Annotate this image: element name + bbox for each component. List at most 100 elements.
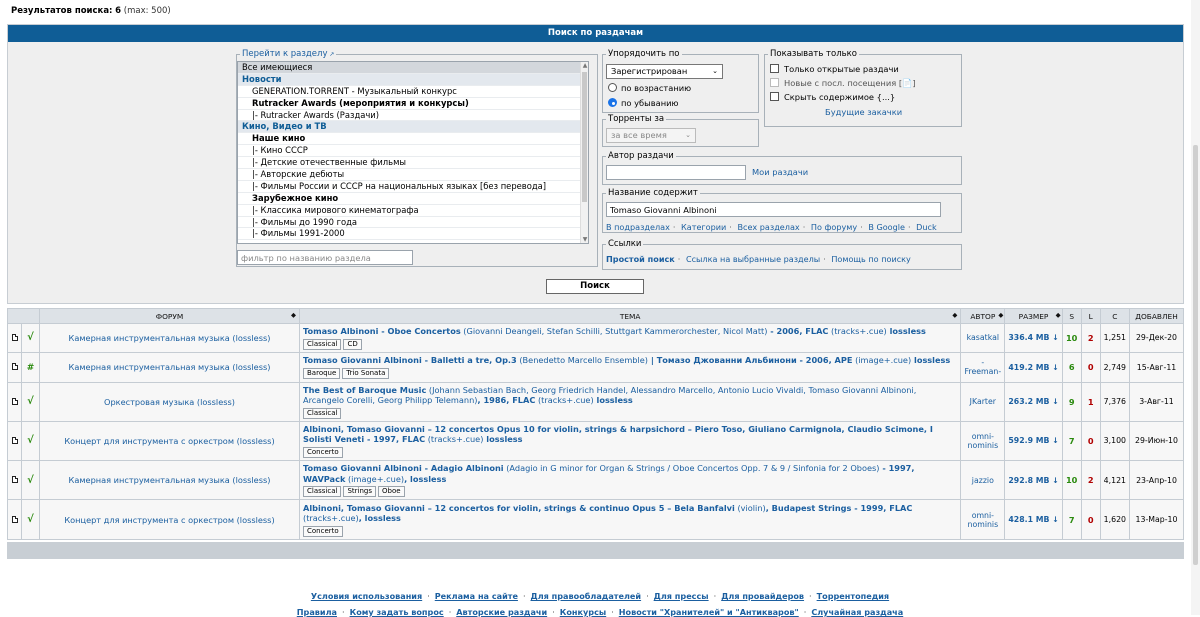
open-only-checkbox[interactable]: Только открытые раздачи — [770, 64, 899, 75]
scope-forum-link[interactable]: По форуму — [811, 222, 857, 232]
title-input[interactable]: Tomaso Giovanni Albinoni — [606, 202, 941, 217]
my-releases-link[interactable]: Мои раздачи — [752, 167, 808, 177]
footer-link[interactable]: Новости "Хранителей" и "Антикваров" — [619, 607, 799, 617]
forum-option[interactable]: Новости — [238, 73, 588, 86]
forum-filter-input[interactable]: фильтр по названию раздела — [237, 250, 413, 265]
tag[interactable]: Classical — [303, 338, 342, 350]
topic-link[interactable]: Tomaso Giovanni Albinoni - Balletti a tr… — [303, 355, 950, 365]
footer-link[interactable]: Реклама на сайте — [435, 591, 518, 601]
header-forum[interactable]: ФОРУМ ◆ — [39, 308, 300, 324]
topic-link[interactable]: Albinoni, Tomaso Giovanni – 12 concertos… — [303, 503, 912, 524]
scroll-down-icon[interactable]: ▼ — [581, 236, 588, 243]
header-leechers[interactable]: L — [1080, 308, 1101, 324]
author-link[interactable]: jazzio — [972, 476, 994, 485]
author-input[interactable] — [606, 165, 746, 180]
tag[interactable]: Concerto — [303, 446, 343, 458]
forum-link[interactable]: Концерт для инструмента с оркестром (los… — [64, 436, 274, 446]
topic-link[interactable]: Tomaso Giovanni Albinoni - Adagio Albino… — [303, 463, 914, 484]
forum-option[interactable]: GENERATION.TORRENT - Музыкальный конкурс — [238, 86, 588, 98]
forum-option[interactable]: |- Rutracker Awards (Раздачи) — [238, 110, 588, 122]
scope-subforums-link[interactable]: В подразделах — [606, 222, 670, 232]
search-help-link[interactable]: Помощь по поиску — [831, 254, 911, 264]
footer-link[interactable]: Конкурсы — [560, 607, 606, 617]
footer-link[interactable]: Кому задать вопрос — [350, 607, 444, 617]
tag[interactable]: Classical — [303, 407, 342, 419]
download-link[interactable]: 428.1 MB ↓ — [1008, 515, 1058, 524]
footer-link[interactable]: Авторские раздачи — [456, 607, 547, 617]
scope-categories-link[interactable]: Категории — [681, 222, 726, 232]
hide-content-checkbox[interactable]: Скрыть содержимое {...} — [770, 92, 895, 103]
order-desc-radio[interactable]: по убыванию — [608, 98, 679, 109]
order-asc-radio[interactable]: по возрастанию — [608, 83, 691, 94]
header-seeders[interactable]: S — [1061, 308, 1082, 324]
footer-link[interactable]: Правила — [297, 607, 337, 617]
forum-option[interactable]: |- Классика мирового кинематографа — [238, 205, 588, 217]
forum-option[interactable]: |- Авторские дебюты — [238, 169, 588, 181]
forum-option[interactable]: Все имеющиеся — [238, 62, 588, 74]
download-link[interactable]: 592.9 MB ↓ — [1008, 436, 1058, 445]
future-downloads-link[interactable]: Будущие закачки — [825, 107, 902, 117]
author-link[interactable]: JKarter — [970, 397, 996, 406]
search-button[interactable]: Поиск — [546, 279, 644, 294]
topic-link[interactable]: Albinoni, Tomaso Giovanni – 12 concertos… — [303, 424, 933, 445]
new-since-checkbox[interactable]: Новые с посл. посещения [📄] — [770, 78, 916, 89]
download-link[interactable]: 292.8 MB ↓ — [1008, 476, 1058, 485]
forum-link[interactable]: Камерная инструментальная музыка (lossle… — [69, 475, 271, 485]
simple-search-link[interactable]: Простой поиск — [606, 254, 675, 264]
scope-duck-link[interactable]: Duck — [916, 222, 937, 232]
footer-link[interactable]: Случайная раздача — [811, 607, 903, 617]
size-cell: 336.4 MB ↓ — [1004, 323, 1063, 353]
scroll-up-icon[interactable]: ▲ — [581, 62, 588, 69]
footer-link[interactable]: Для правообладателей — [531, 591, 642, 601]
tag[interactable]: Oboe — [378, 486, 405, 498]
forum-link[interactable]: Камерная инструментальная музыка (lossle… — [69, 333, 271, 343]
page-scroll-thumb[interactable] — [1193, 145, 1198, 565]
sort-select[interactable]: Зарегистрирован ⌄ — [606, 64, 723, 79]
forum-link[interactable]: Камерная инструментальная музыка (lossle… — [69, 362, 271, 372]
page-scrollbar[interactable] — [1191, 0, 1200, 615]
selected-sections-link[interactable]: Ссылка на выбранные разделы — [686, 254, 820, 264]
tag[interactable]: Strings — [343, 486, 376, 498]
footer-link[interactable]: Торрентопедия — [817, 591, 890, 601]
forum-option[interactable]: |- Детские отечественные фильмы — [238, 157, 588, 170]
tag[interactable]: Concerto — [303, 525, 343, 537]
header-topic[interactable]: ТЕМА ◆ — [298, 308, 962, 324]
forum-legend[interactable]: Перейти к разделу ↗ — [240, 49, 336, 59]
forum-list-scrollbar[interactable]: ▲ ▼ — [580, 62, 588, 243]
scope-google-link[interactable]: В Google — [868, 222, 905, 232]
forum-option[interactable]: Rutracker Awards (мероприятия и конкурсы… — [238, 98, 588, 110]
forum-link[interactable]: Оркестровая музыка (lossless) — [104, 397, 235, 407]
author-link[interactable]: -Freeman- — [965, 358, 1002, 376]
forum-option[interactable]: |- Фильмы до 1990 года — [238, 217, 588, 229]
download-link[interactable]: 263.2 MB ↓ — [1008, 397, 1058, 406]
footer-link[interactable]: Для прессы — [654, 591, 709, 601]
tag[interactable]: Trio Sonata — [342, 367, 390, 379]
download-link[interactable]: 336.4 MB ↓ — [1008, 333, 1058, 342]
scope-all-link[interactable]: Всех разделах — [737, 222, 799, 232]
footer-link[interactable]: Условия использования — [311, 591, 422, 601]
forum-option[interactable]: Наше кино — [238, 133, 588, 146]
author-link[interactable]: omni-nominis — [968, 432, 999, 450]
forum-link[interactable]: Концерт для инструмента с оркестром (los… — [64, 515, 274, 525]
tag[interactable]: Classical — [303, 486, 342, 498]
forum-option[interactable]: |- Фильмы России и СССР на национальных … — [238, 181, 588, 193]
header-added[interactable]: ДОБАВЛЕН — [1129, 308, 1184, 324]
author-link[interactable]: omni-nominis — [968, 511, 999, 529]
forum-option[interactable]: |- Кино СССР — [238, 145, 588, 158]
header-completed[interactable]: C — [1099, 308, 1131, 324]
author-link[interactable]: kasatkal — [967, 333, 999, 342]
scroll-thumb[interactable] — [582, 72, 587, 202]
tag[interactable]: CD — [343, 338, 362, 350]
tag[interactable]: Baroque — [303, 367, 341, 379]
header-size[interactable]: РАЗМЕР ◆ — [1004, 308, 1063, 324]
download-link[interactable]: 419.2 MB ↓ — [1008, 363, 1058, 372]
footer-link[interactable]: Для провайдеров — [721, 591, 804, 601]
topic-link[interactable]: The Best of Baroque Music (Johann Sebast… — [303, 385, 916, 406]
forum-option[interactable]: |- Фильмы 1991-2000 — [238, 228, 588, 241]
forum-option[interactable]: Кино, Видео и ТВ — [238, 121, 588, 134]
period-select[interactable]: за все время ⌄ — [606, 128, 696, 143]
topic-link[interactable]: Tomaso Albinoni - Oboe Concertos (Giovan… — [303, 326, 926, 336]
header-author[interactable]: АВТОР ◆ — [960, 308, 1006, 324]
forum-option[interactable]: Зарубежное кино — [238, 193, 588, 205]
forum-select-list[interactable]: Все имеющиеся Новости GENERATION.TORRENT -… — [237, 61, 589, 244]
